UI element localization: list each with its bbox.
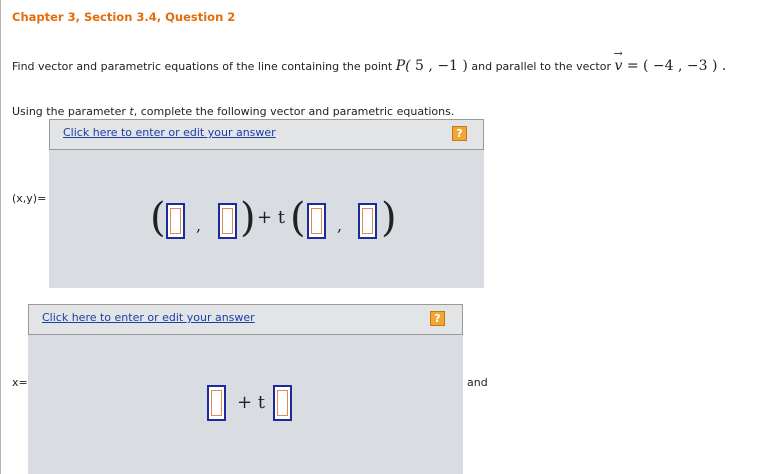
open-paren-1: ( [150, 195, 166, 241]
vector-equation-label: (x,y)= [12, 192, 47, 205]
vector-value: = ( −4 , −3 ) . [622, 58, 727, 74]
instruction-text: Using the parameter t, complete the foll… [12, 105, 455, 118]
point-x-input[interactable] [166, 203, 185, 239]
vector-name: → v [613, 47, 623, 74]
parametric-answer-link[interactable]: Click here to enter or edit your answer [42, 311, 255, 324]
open-paren-2: ( [290, 195, 306, 241]
and-text: and [467, 376, 488, 389]
close-paren-1: ) [240, 195, 256, 241]
plus-t-2: + t [237, 392, 266, 413]
comma-1: , [196, 216, 202, 235]
page-left-border [0, 0, 1, 474]
vector-arrow: → [613, 47, 623, 60]
plus-t-1: + t [257, 207, 286, 228]
point-name: P( [395, 58, 411, 74]
direction-y-input[interactable] [358, 203, 377, 239]
point-coords: 5 , −1 ) [410, 58, 468, 74]
problem-mid-text: and parallel to the vector [471, 60, 611, 73]
vector-help-icon[interactable]: ? [452, 126, 467, 141]
problem-statement: Find vector and parametric equations of … [12, 47, 727, 74]
x-point-input[interactable] [207, 385, 226, 421]
problem-text: Find vector and parametric equations of … [12, 60, 393, 73]
comma-2: , [337, 216, 343, 235]
question-title: Chapter 3, Section 3.4, Question 2 [12, 10, 236, 24]
x-equation-label: x= [12, 376, 28, 389]
vector-answer-link[interactable]: Click here to enter or edit your answer [63, 126, 276, 139]
close-paren-2: ) [381, 195, 397, 241]
direction-x-input[interactable] [307, 203, 326, 239]
x-direction-input[interactable] [273, 385, 292, 421]
point-y-input[interactable] [218, 203, 237, 239]
parametric-help-icon[interactable]: ? [430, 311, 445, 326]
